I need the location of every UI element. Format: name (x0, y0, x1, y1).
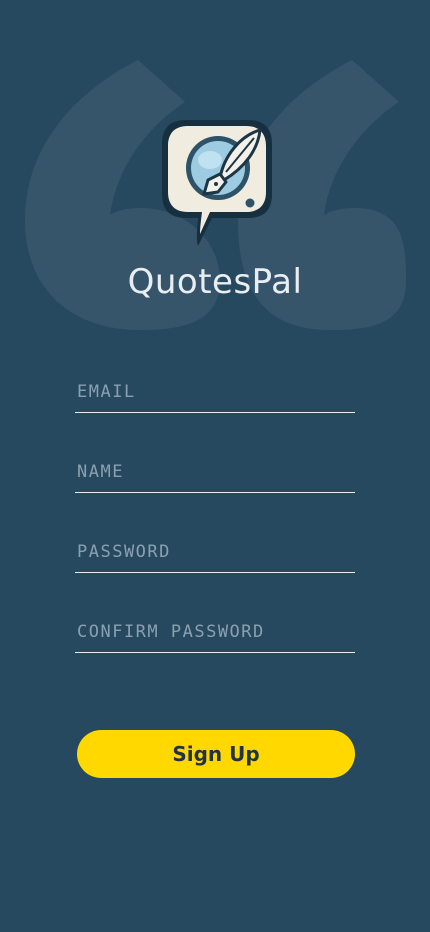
email-field[interactable] (75, 372, 355, 413)
name-field-group (75, 440, 355, 520)
quill-speech-bubble-icon (162, 120, 272, 246)
name-field[interactable] (75, 452, 355, 493)
email-field-group (75, 360, 355, 440)
password-field-group (75, 520, 355, 600)
signup-form (75, 360, 355, 680)
confirm-password-field-group (75, 600, 355, 680)
signup-button[interactable]: Sign Up (77, 730, 355, 778)
signup-screen: QuotesPal Sign Up (0, 0, 430, 932)
confirm-password-field[interactable] (75, 612, 355, 653)
app-title: QuotesPal (127, 262, 303, 302)
password-field[interactable] (75, 532, 355, 573)
